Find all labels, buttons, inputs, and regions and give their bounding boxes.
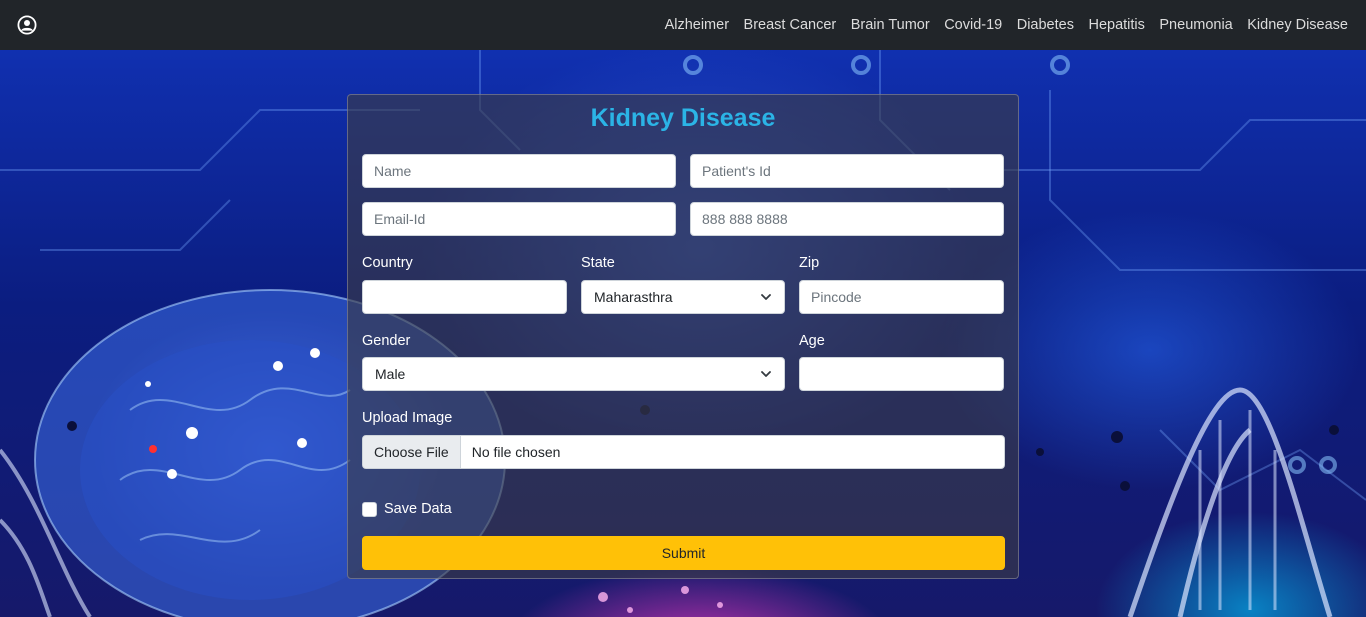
age-label: Age — [799, 333, 825, 349]
chevron-down-icon — [761, 294, 771, 300]
upload-image-label: Upload Image — [362, 410, 453, 426]
state-label: State — [581, 255, 615, 271]
nav-link-diabetes[interactable]: Diabetes — [1017, 17, 1074, 33]
nav-link-brain-tumor[interactable]: Brain Tumor — [851, 17, 930, 33]
file-upload[interactable]: Choose File No file chosen — [362, 435, 1005, 469]
gender-select-value: Male — [375, 366, 406, 382]
zip-input[interactable] — [799, 280, 1004, 314]
file-status-text: No file chosen — [471, 444, 561, 460]
save-data-label: Save Data — [384, 501, 452, 517]
user-circle-icon[interactable] — [17, 15, 37, 35]
choose-file-button[interactable]: Choose File — [363, 436, 461, 468]
email-input[interactable] — [362, 202, 676, 236]
gender-select[interactable]: Male — [362, 357, 785, 391]
name-input[interactable] — [362, 154, 676, 188]
save-data-row: Save Data — [362, 501, 452, 517]
nav-link-pneumonia[interactable]: Pneumonia — [1159, 17, 1232, 33]
submit-button[interactable]: Submit — [362, 536, 1005, 570]
nav-link-breast-cancer[interactable]: Breast Cancer — [744, 17, 837, 33]
navbar: Alzheimer Breast Cancer Brain Tumor Covi… — [0, 0, 1366, 50]
country-input[interactable] — [362, 280, 567, 314]
save-data-checkbox[interactable] — [362, 501, 377, 517]
patient-id-input[interactable] — [690, 154, 1004, 188]
nav-link-alzheimer[interactable]: Alzheimer — [665, 17, 729, 33]
nav-link-kidney-disease[interactable]: Kidney Disease — [1247, 17, 1348, 33]
gender-label: Gender — [362, 333, 411, 349]
nav-link-hepatitis[interactable]: Hepatitis — [1088, 17, 1144, 33]
chevron-down-icon — [761, 371, 771, 377]
phone-input[interactable] — [690, 202, 1004, 236]
state-select-value: Maharasthra — [594, 289, 673, 305]
form-card: Kidney Disease Country State Zip Maharas… — [347, 94, 1019, 579]
age-input[interactable] — [799, 357, 1004, 391]
country-label: Country — [362, 255, 413, 271]
nav-links: Alzheimer Breast Cancer Brain Tumor Covi… — [650, 17, 1348, 33]
state-select[interactable]: Maharasthra — [581, 280, 785, 314]
zip-label: Zip — [799, 255, 820, 271]
nav-link-covid-19[interactable]: Covid-19 — [944, 17, 1002, 33]
page-title: Kidney Disease — [590, 104, 776, 132]
